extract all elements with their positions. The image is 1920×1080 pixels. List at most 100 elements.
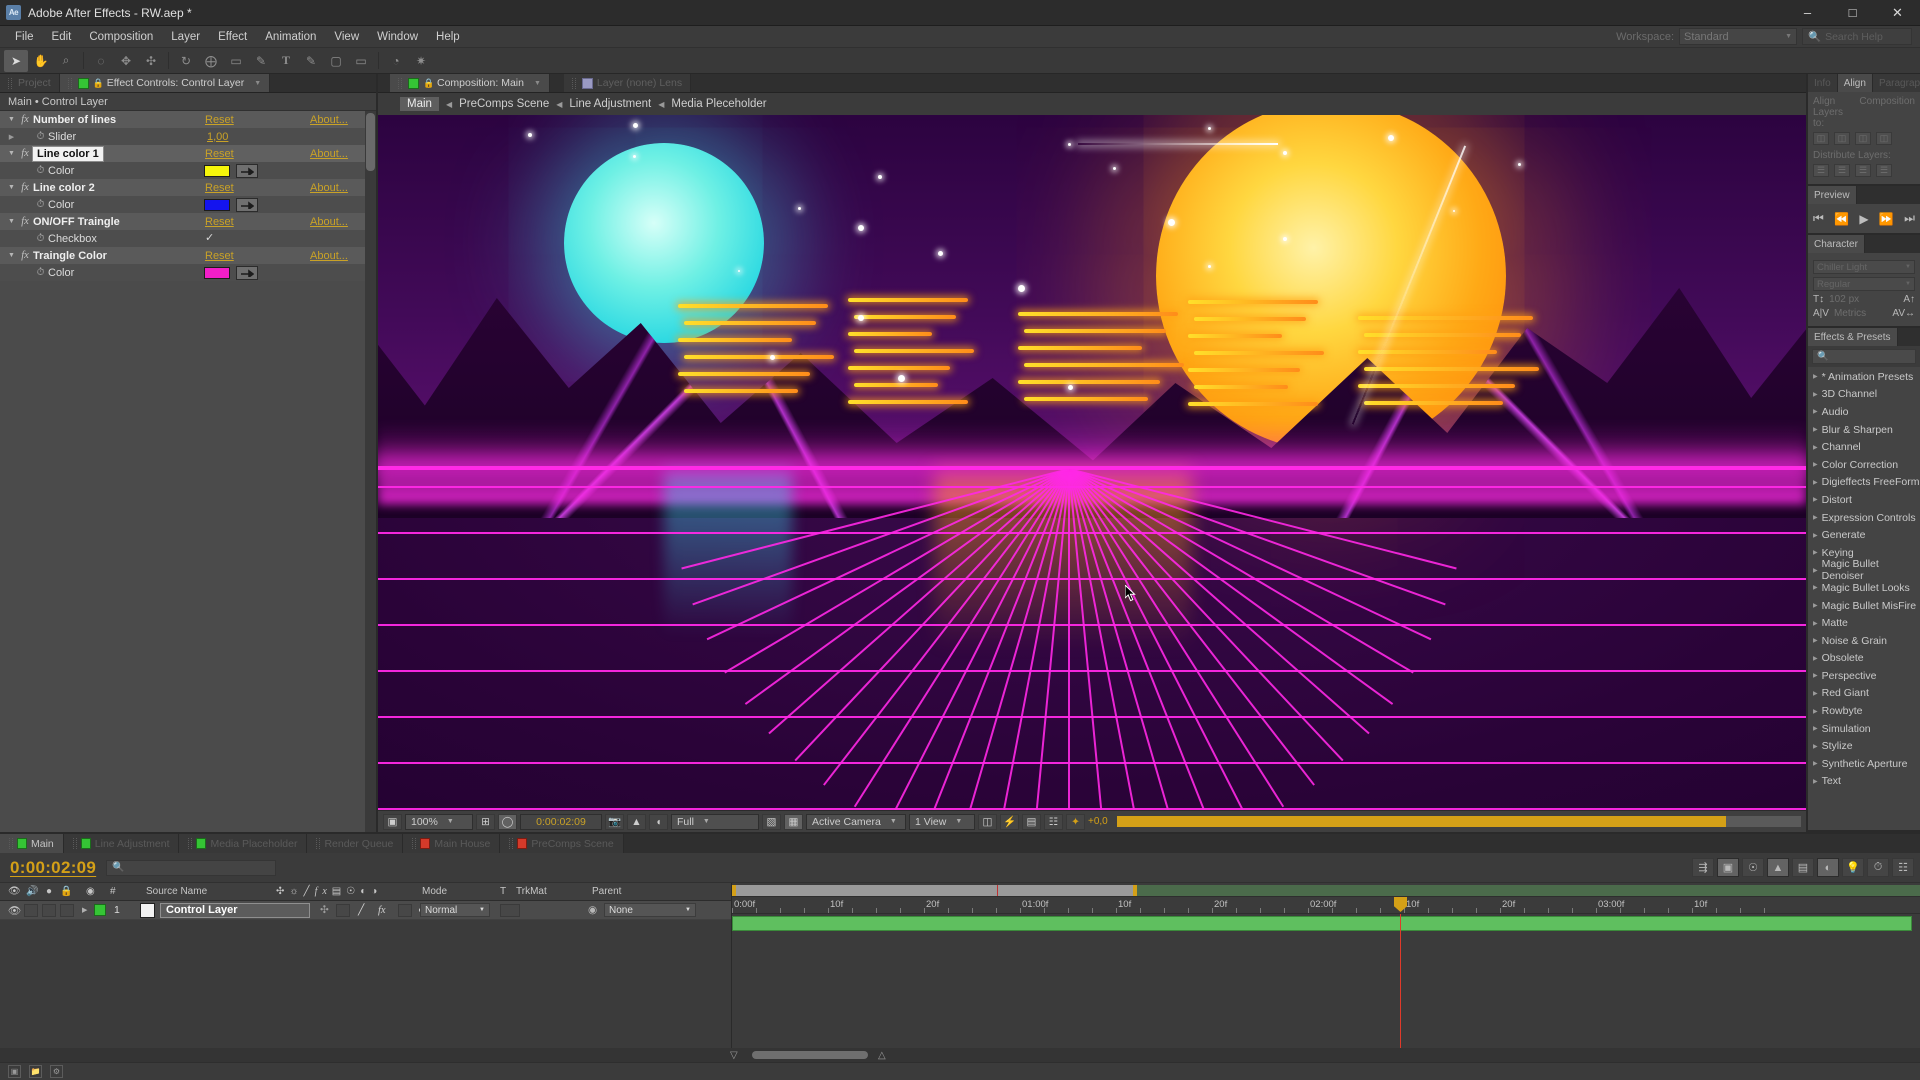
property-name[interactable]: Color	[48, 165, 74, 177]
breadcrumb-item-line-adjustment[interactable]: Line Adjustment	[569, 98, 651, 110]
disclosure-triangle-down-icon[interactable]: ▼	[6, 116, 17, 123]
disclosure-triangle-right-icon[interactable]: ▶	[1813, 690, 1818, 697]
effect-name[interactable]: Line color 1	[33, 147, 103, 161]
disclosure-triangle-right-icon[interactable]: ▶	[1813, 602, 1818, 609]
effects-category-item[interactable]: ▶ Simulation	[1808, 720, 1920, 738]
layer-frameblend-switch[interactable]	[398, 904, 412, 917]
lock-icon[interactable]: 🔒	[423, 78, 433, 89]
disclosure-triangle-right-icon[interactable]: ▶	[1813, 567, 1818, 574]
tab-layer-lens[interactable]: Layer (none) Lens	[564, 74, 691, 92]
camera-select[interactable]: Active Camera ▼	[806, 814, 906, 830]
disclosure-triangle-right-icon[interactable]: ▶	[1813, 373, 1818, 380]
workspace-select[interactable]: Standard ▼	[1679, 28, 1797, 45]
current-time-field[interactable]: 0:00:02:09	[520, 814, 602, 830]
timeline-tab[interactable]: Media Placeholder	[179, 834, 307, 853]
tab-effect-controls[interactable]: 🔒 Effect Controls: Control Layer ▼	[60, 74, 270, 92]
layer-quality-switch[interactable]: ╱	[358, 904, 364, 916]
effects-category-item[interactable]: ▶ Blur & Sharpen	[1808, 421, 1920, 439]
effects-category-item[interactable]: ▶ Matte	[1808, 614, 1920, 632]
always-preview-this-view-button[interactable]: ▣	[383, 814, 402, 830]
align-top-icon[interactable]: ◫	[1876, 132, 1892, 145]
tab-character[interactable]: Character	[1808, 235, 1865, 253]
tab-preview[interactable]: Preview	[1808, 186, 1857, 204]
disclosure-triangle-right-icon[interactable]: ▶	[1813, 637, 1818, 644]
timeline-horizontal-scrollbar[interactable]: ▽ △	[0, 1048, 1920, 1062]
effects-category-item[interactable]: ▶ Stylize	[1808, 737, 1920, 755]
eyedropper-icon[interactable]	[236, 164, 258, 178]
effect-reset-link[interactable]: Reset	[205, 148, 234, 160]
stopwatch-icon[interactable]: ⏱	[33, 131, 48, 142]
effect-property-row[interactable]: ⏱ Color	[0, 196, 376, 213]
distribute-horizontal-icon[interactable]: ☰	[1876, 164, 1892, 177]
layer-mode-select[interactable]: Normal ▼	[420, 903, 490, 917]
tool-zoom-tool[interactable]: ⌕	[54, 50, 78, 72]
disclosure-triangle-right-icon[interactable]: ▶	[1813, 444, 1818, 451]
effect-reset-link[interactable]: Reset	[205, 216, 234, 228]
effects-category-item[interactable]: ▶ Magic Bullet Looks	[1808, 579, 1920, 597]
tool-track-z-camera-tool[interactable]: ✣	[139, 50, 163, 72]
timeline-tab[interactable]: Render Queue	[307, 834, 403, 853]
align-right-icon[interactable]: ◫	[1855, 132, 1871, 145]
tool-eraser-tool[interactable]: ▭	[349, 50, 373, 72]
color-swatch[interactable]	[204, 199, 230, 211]
next-frame-icon[interactable]: ⏩	[1879, 212, 1894, 226]
effects-category-item[interactable]: ▶ Distort	[1808, 491, 1920, 509]
align-layers-to-value[interactable]: Composition	[1859, 96, 1915, 129]
work-area-selection[interactable]	[732, 885, 1137, 896]
effect-group-row[interactable]: ▼ fx ON/OFF Traingle Reset About...	[0, 213, 376, 230]
composition-viewer[interactable]	[378, 115, 1806, 810]
layer-track[interactable]	[732, 914, 1920, 933]
last-frame-icon[interactable]: ⏭	[1904, 211, 1915, 226]
disclosure-triangle-right-icon[interactable]: ▶	[1813, 549, 1818, 556]
exposure-reset-button[interactable]: ✦	[1066, 814, 1085, 830]
region-of-interest-button[interactable]: ▧	[762, 814, 781, 830]
disclosure-triangle-right-icon[interactable]: ▶	[1813, 496, 1818, 503]
prev-frame-icon[interactable]: ⏪	[1834, 212, 1849, 226]
effects-category-item[interactable]: ▶ Text	[1808, 773, 1920, 791]
live-update-button[interactable]: ⇶	[1692, 858, 1714, 877]
effects-category-item[interactable]: ▶ Red Giant	[1808, 685, 1920, 703]
effect-group-row[interactable]: ▼ fx Line color 1 Reset About...	[0, 145, 376, 162]
effect-about-link[interactable]: About...	[310, 250, 348, 262]
disclosure-triangle-right-icon[interactable]: ▶	[1813, 532, 1818, 539]
transparency-grid-button[interactable]: ▦	[784, 814, 803, 830]
effects-category-item[interactable]: ▶ Digieffects FreeForm	[1808, 474, 1920, 492]
effect-group-row[interactable]: ▼ fx Line color 2 Reset About...	[0, 179, 376, 196]
disclosure-triangle-right-icon[interactable]: ▶	[6, 133, 17, 141]
layer-name-field[interactable]: Control Layer	[160, 903, 310, 918]
effects-category-item[interactable]: ▶ Obsolete	[1808, 650, 1920, 668]
menu-composition[interactable]: Composition	[80, 28, 162, 46]
tab-effects-and-presets[interactable]: Effects & Presets	[1808, 328, 1898, 346]
effects-category-item[interactable]: ▶ Expression Controls	[1808, 509, 1920, 527]
minimize-button[interactable]: –	[1785, 0, 1830, 26]
breadcrumb-item-precomps-scene[interactable]: PreComps Scene	[459, 98, 549, 110]
scrollbar-thumb[interactable]	[366, 113, 375, 171]
font-family-select[interactable]: Chiller Light ▼	[1813, 260, 1915, 274]
play-icon[interactable]: ▶	[1859, 212, 1868, 226]
distribute-vertical-center-icon[interactable]: ☰	[1834, 164, 1850, 177]
effect-property-row[interactable]: ▶ ⏱ Slider 1,00	[0, 128, 376, 145]
menu-effect[interactable]: Effect	[209, 28, 256, 46]
menu-edit[interactable]: Edit	[43, 28, 81, 46]
choose-grid-guides-button[interactable]: ⊞	[476, 814, 495, 830]
effect-about-link[interactable]: About...	[310, 148, 348, 160]
tool-roto-brush-tool[interactable]: ◔	[384, 50, 408, 72]
disclosure-triangle-down-icon[interactable]: ▼	[6, 150, 17, 157]
menu-file[interactable]: File	[6, 28, 43, 46]
layer-lock-toggle[interactable]	[60, 904, 74, 917]
effect-reset-link[interactable]: Reset	[205, 250, 234, 262]
effect-reset-link[interactable]: Reset	[205, 114, 234, 126]
effects-category-item[interactable]: ▶ Noise & Grain	[1808, 632, 1920, 650]
timeline-tab[interactable]: PreComps Scene	[500, 834, 623, 853]
disclosure-triangle-right-icon[interactable]: ▶	[1813, 426, 1818, 433]
effects-category-item[interactable]: ▶ Channel	[1808, 438, 1920, 456]
comp-flowchart-button[interactable]: ☷	[1044, 814, 1063, 830]
disclosure-triangle-down-icon[interactable]: ▼	[6, 252, 17, 259]
hide-shy-layers-button[interactable]: ☉	[1742, 858, 1764, 877]
pixel-aspect-correction-button[interactable]: ◫	[978, 814, 997, 830]
effect-about-link[interactable]: About...	[310, 216, 348, 228]
show-snapshot-button[interactable]: ▲	[627, 814, 646, 830]
effect-property-row[interactable]: ⏱ Color	[0, 264, 376, 281]
distribute-bottom-icon[interactable]: ☰	[1855, 164, 1871, 177]
disclosure-triangle-right-icon[interactable]: ▶	[1813, 479, 1818, 486]
